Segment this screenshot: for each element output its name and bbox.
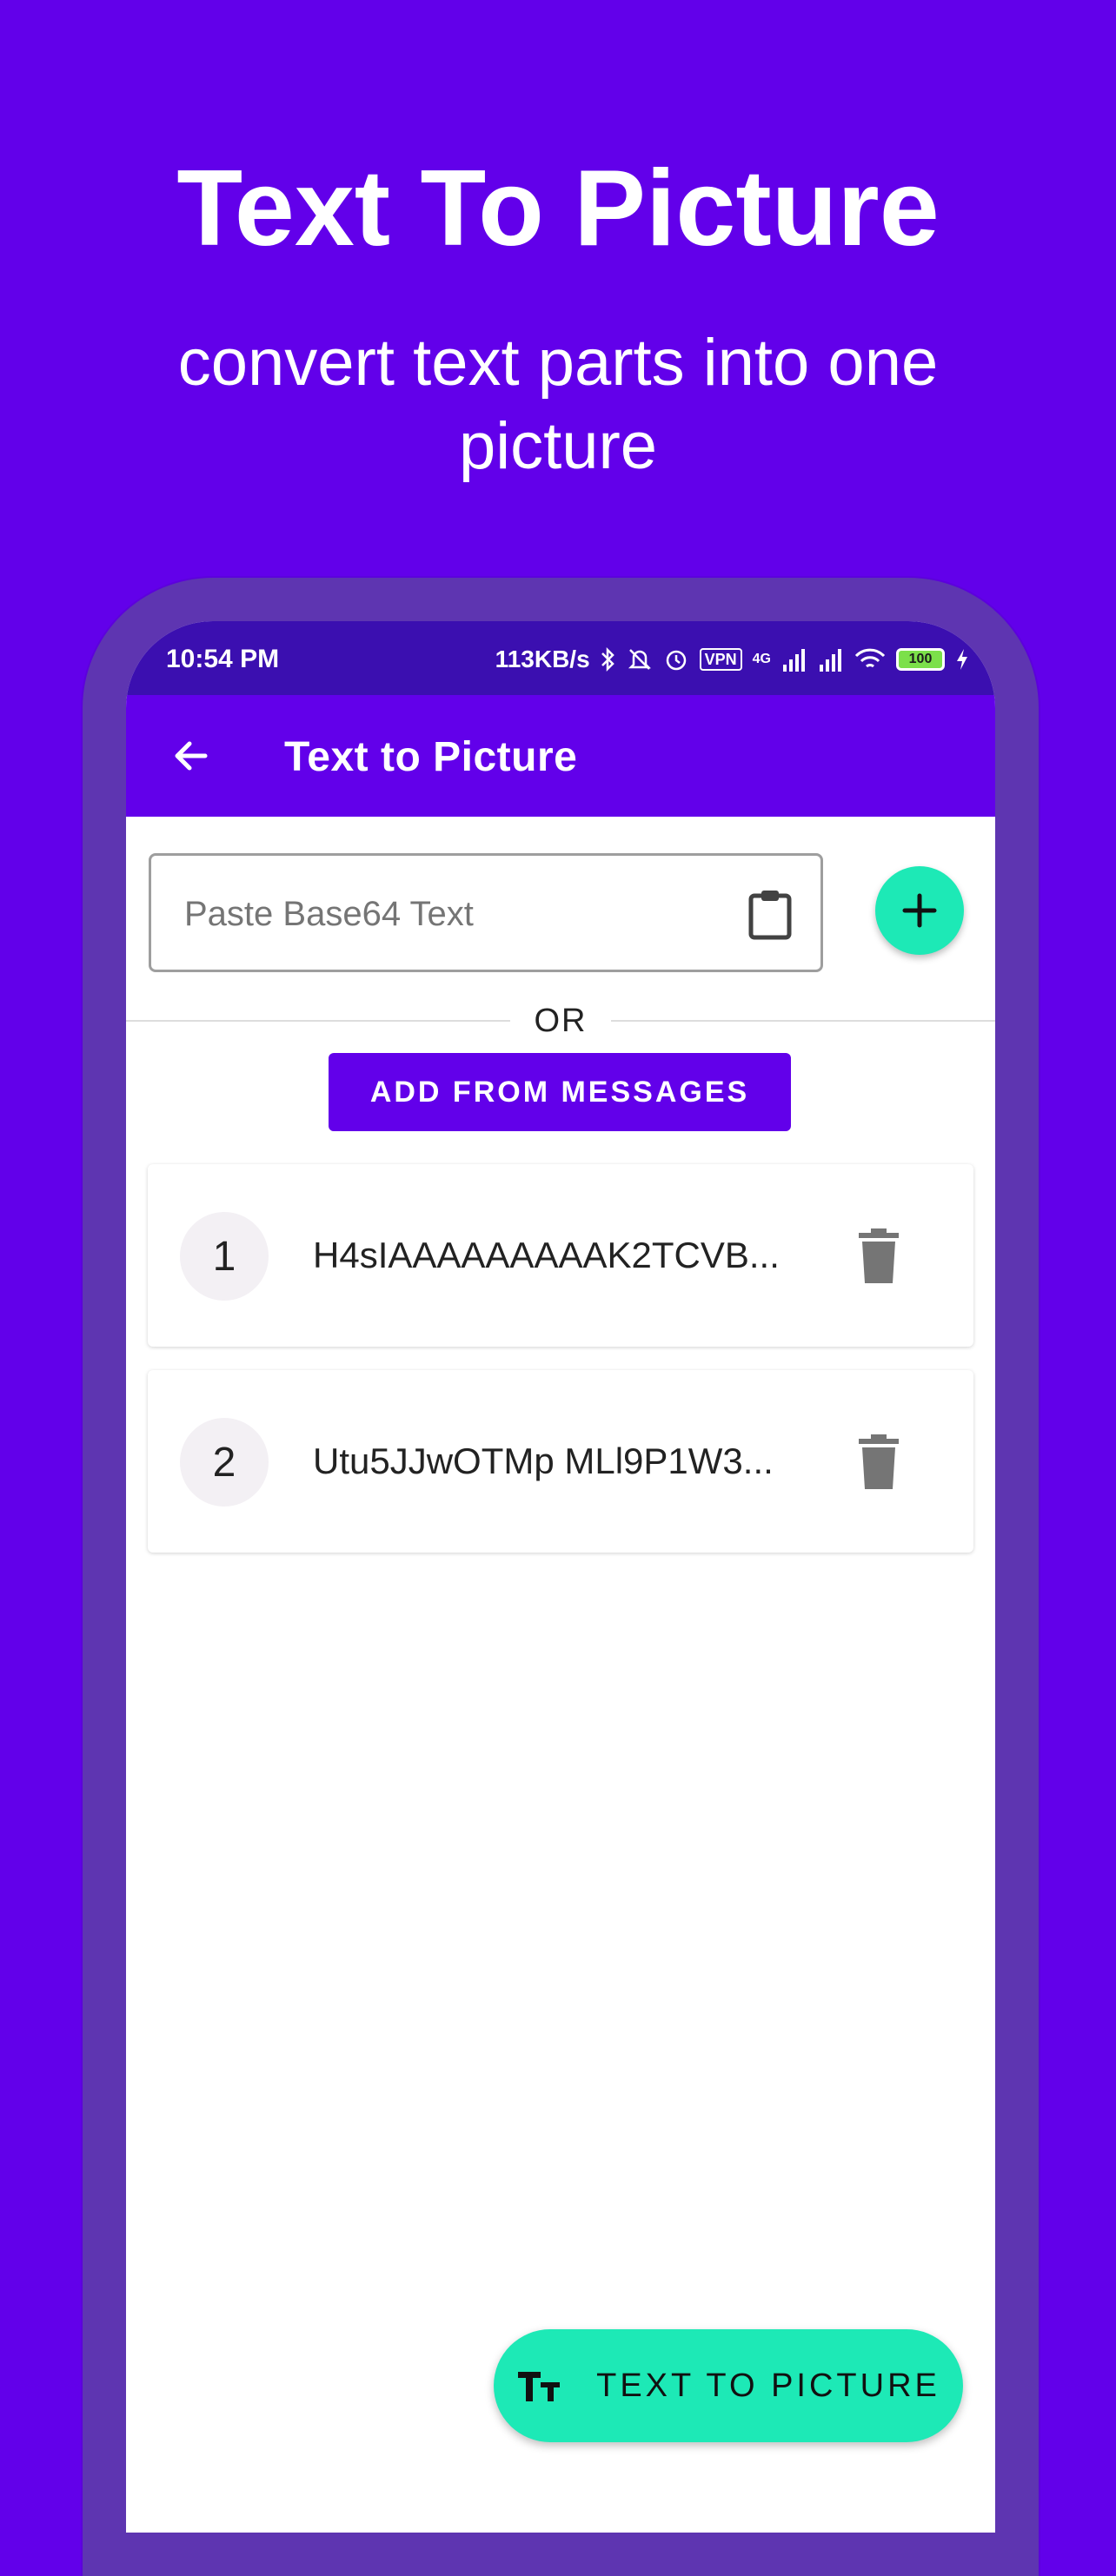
delete-button[interactable] [847, 1221, 910, 1292]
status-time: 10:54 PM [166, 645, 280, 673]
plus-icon [902, 893, 937, 928]
text-size-icon [518, 2372, 561, 2401]
app-bar: Text to Picture [126, 695, 995, 817]
app-bar-title: Text to Picture [284, 734, 578, 780]
delete-button[interactable] [847, 1427, 910, 1498]
add-from-messages-button[interactable]: ADD FROM MESSAGES [329, 1053, 791, 1131]
signal-icon [783, 649, 805, 672]
item-text: Utu5JJwOTMp MLl9P1W3... [313, 1440, 774, 1481]
text-to-picture-button[interactable]: TEXT TO PICTURE [494, 2329, 963, 2442]
phone-screen: 10:54 PM 113KB/s VPN 4G 100 Text to Pict… [126, 621, 995, 2533]
base64-input[interactable] [183, 884, 725, 944]
base64-input-field [149, 853, 823, 972]
status-bar: 10:54 PM 113KB/s VPN 4G 100 [126, 621, 995, 695]
signal-2-icon [820, 649, 841, 672]
list-item: 2 Utu5JJwOTMp MLl9P1W3... [148, 1370, 973, 1553]
arrow-left-icon [175, 741, 208, 771]
vpn-badge: VPN [699, 648, 742, 671]
signal-4g-label: 4G [752, 652, 771, 666]
text-to-picture-label: TEXT TO PICTURE [596, 2367, 940, 2404]
bell-muted-icon [628, 649, 651, 670]
clipboard-icon[interactable] [746, 889, 794, 941]
add-part-button[interactable] [875, 866, 964, 955]
back-button[interactable] [161, 725, 222, 786]
bluetooth-icon [601, 646, 614, 672]
promo-title: Text To Picture [176, 149, 940, 268]
list-item: 1 H4sIAAAAAAAAAK2TCVB... [148, 1164, 973, 1347]
alarm-icon [666, 650, 686, 671]
network-speed: 113KB/s [495, 646, 590, 672]
promo-subtitle: convert text parts into one picture [177, 326, 939, 483]
battery-indicator: 100 [896, 648, 945, 671]
or-label: OR [534, 1003, 588, 1039]
item-number-badge: 2 [180, 1418, 269, 1507]
status-icons: 113KB/s VPN 4G 100 [495, 642, 969, 677]
trash-icon [859, 1434, 899, 1489]
trash-icon [859, 1228, 899, 1283]
item-number-badge: 1 [180, 1212, 269, 1301]
or-divider: OR [126, 995, 995, 1047]
wifi-icon [854, 648, 886, 668]
charging-icon [957, 649, 967, 670]
item-text: H4sIAAAAAAAAAK2TCVB... [313, 1235, 780, 1275]
